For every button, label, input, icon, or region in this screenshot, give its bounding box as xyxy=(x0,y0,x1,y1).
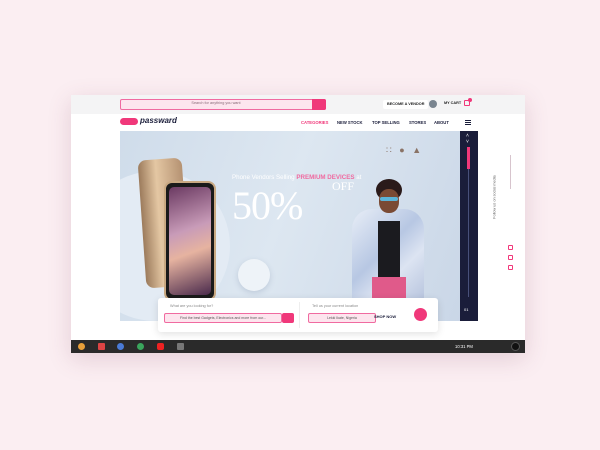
search-button[interactable] xyxy=(312,99,326,110)
nav-item-top-selling[interactable]: TOP SELLING xyxy=(372,120,400,125)
apple-icon: ● xyxy=(399,145,405,155)
slider-bar: ˄ ˅ 01 xyxy=(460,131,478,321)
brand-icons: ∷ ● ▲ xyxy=(386,145,421,156)
app-launcher-icon[interactable] xyxy=(177,343,184,350)
avatar[interactable] xyxy=(429,100,437,108)
what-search-button[interactable] xyxy=(282,313,294,323)
social-rail: Follow us on social media xyxy=(493,155,521,275)
rail-divider xyxy=(510,155,511,189)
location-label: Tell us your current location xyxy=(312,304,359,308)
become-vendor-button[interactable]: BECOME A VENDOR xyxy=(383,100,429,109)
cart-count-badge xyxy=(468,98,472,102)
logo-text[interactable]: passward xyxy=(140,116,177,125)
hero-bg-orb xyxy=(238,259,270,291)
shop-now-button[interactable] xyxy=(414,308,427,321)
nav-item-about[interactable]: ABOUT xyxy=(434,120,449,125)
clock[interactable]: 10:31 PM xyxy=(455,344,473,349)
blackberry-icon: ∷ xyxy=(386,145,392,155)
menu-icon[interactable] xyxy=(465,120,471,125)
chrome-icon[interactable] xyxy=(78,343,85,350)
instagram-icon[interactable] xyxy=(508,265,513,270)
hero-banner: Phone Vendors Selling PREMIUM DEVICES at… xyxy=(120,131,478,321)
android-icon: ▲ xyxy=(412,145,422,155)
docs-icon[interactable] xyxy=(117,343,124,350)
shop-now-label: SHOP NOW xyxy=(374,314,397,319)
hero-headline-prefix: Phone Vendors Selling xyxy=(232,174,295,181)
taskbar: 10:31 PM xyxy=(71,340,525,353)
slide-number: 01 xyxy=(464,307,469,312)
chevron-down-icon[interactable]: ˅ xyxy=(466,139,469,145)
youtube-icon[interactable] xyxy=(157,343,164,350)
facebook-icon[interactable] xyxy=(508,255,513,260)
search-placeholder: Search for anything you want xyxy=(191,101,241,105)
nav-item-categories[interactable]: CATEGORIES xyxy=(301,120,328,125)
nav-item-new-stock[interactable]: NEW STOCK xyxy=(337,120,363,125)
hero-off: OFF xyxy=(332,179,355,193)
gmail-icon[interactable] xyxy=(98,343,105,350)
what-input[interactable]: Find the best Gadgets, Electronics and m… xyxy=(164,313,282,323)
slider-thumb[interactable] xyxy=(467,147,470,169)
browser-window: Search for anything you want BECOME A VE… xyxy=(71,95,525,353)
cart-link[interactable]: MY CART xyxy=(444,101,461,105)
nav-item-stores[interactable]: STORES xyxy=(409,120,426,125)
twitter-icon[interactable] xyxy=(508,245,513,250)
hero-discount: 50% xyxy=(232,183,303,228)
main-nav: passward CATEGORIES NEW STOCK TOP SELLIN… xyxy=(71,114,525,131)
slider-track[interactable] xyxy=(468,147,469,297)
phone-image-front xyxy=(164,181,216,301)
status-avatar[interactable] xyxy=(511,342,520,351)
location-select[interactable]: Lekki Ikate, Nigeria xyxy=(308,313,376,323)
top-bar: Search for anything you want BECOME A VE… xyxy=(71,95,525,114)
what-label: What are you looking for? xyxy=(170,304,214,308)
logo-icon[interactable] xyxy=(120,118,138,125)
panel-divider xyxy=(299,302,300,328)
drive-icon[interactable] xyxy=(137,343,144,350)
social-text: Follow us on social media xyxy=(492,175,497,219)
search-input[interactable]: Search for anything you want xyxy=(120,99,326,110)
search-panel: What are you looking for? Find the best … xyxy=(158,298,438,332)
